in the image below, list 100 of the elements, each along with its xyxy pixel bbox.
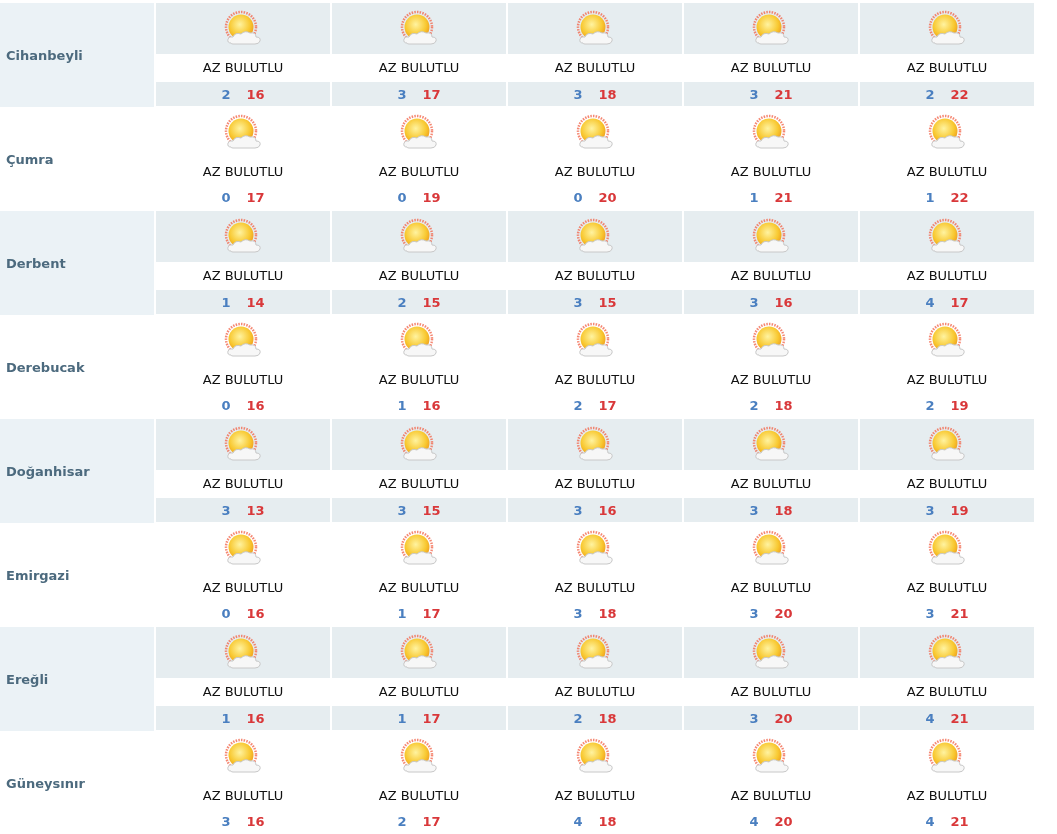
- sun-cloud-icon: [751, 113, 791, 152]
- high-temperature: 17: [598, 398, 617, 413]
- low-temperature: 2: [749, 398, 759, 413]
- condition-text: AZ BULUTLU: [729, 787, 813, 805]
- high-temperature: 21: [774, 86, 793, 102]
- condition-text: AZ BULUTLU: [377, 475, 461, 493]
- low-temperature: 2: [925, 398, 935, 413]
- sun-cloud-icon: [223, 633, 263, 672]
- sun-cloud-icon: [223, 321, 263, 360]
- sun-cloud-icon: [399, 425, 439, 464]
- sun-cloud-icon: [575, 529, 615, 568]
- high-temperature: 19: [422, 190, 441, 205]
- high-temperature: 19: [950, 398, 969, 413]
- condition-text: AZ BULUTLU: [553, 475, 637, 493]
- condition-text: AZ BULUTLU: [553, 267, 637, 285]
- sun-cloud-icon: [223, 737, 263, 776]
- low-temperature: 1: [397, 710, 407, 726]
- condition-text: AZ BULUTLU: [377, 59, 461, 77]
- sun-cloud-icon: [927, 425, 967, 464]
- sun-cloud-icon: [399, 633, 439, 672]
- condition-text: AZ BULUTLU: [905, 267, 989, 285]
- city-name: Cihanbeyli: [0, 3, 154, 107]
- condition-text: AZ BULUTLU: [377, 579, 461, 597]
- high-temperature: 20: [774, 710, 793, 726]
- high-temperature: 18: [598, 814, 617, 829]
- low-temperature: 3: [749, 294, 759, 310]
- high-temperature: 16: [598, 502, 617, 518]
- city-name: Doğanhisar: [0, 419, 154, 523]
- sun-cloud-icon: [751, 217, 791, 256]
- sun-cloud-icon: [751, 9, 791, 48]
- low-temperature: 4: [573, 814, 583, 829]
- city-name: Derebucak: [5, 358, 86, 377]
- city-name: Ereğli: [0, 627, 154, 731]
- low-temperature: 3: [397, 86, 407, 102]
- low-temperature: 1: [925, 190, 935, 205]
- low-temperature: 1: [749, 190, 759, 205]
- high-temperature: 17: [422, 86, 441, 102]
- condition-text: AZ BULUTLU: [377, 787, 461, 805]
- low-temperature: 3: [221, 502, 231, 518]
- sun-cloud-icon: [399, 529, 439, 568]
- low-temperature: 1: [397, 606, 407, 621]
- low-temperature: 4: [925, 710, 935, 726]
- condition-text: AZ BULUTLU: [377, 163, 461, 181]
- sun-cloud-icon: [223, 9, 263, 48]
- low-temperature: 2: [397, 814, 407, 829]
- low-temperature: 4: [925, 814, 935, 829]
- sun-cloud-icon: [927, 321, 967, 360]
- condition-text: AZ BULUTLU: [729, 371, 813, 389]
- high-temperature: 20: [598, 190, 617, 205]
- sun-cloud-icon: [575, 217, 615, 256]
- high-temperature: 16: [422, 398, 441, 413]
- high-temperature: 13: [246, 502, 265, 518]
- high-temperature: 18: [598, 710, 617, 726]
- condition-text: AZ BULUTLU: [201, 163, 285, 181]
- high-temperature: 17: [422, 710, 441, 726]
- condition-text: AZ BULUTLU: [201, 59, 285, 77]
- high-temperature: 17: [422, 814, 441, 829]
- condition-text: AZ BULUTLU: [553, 683, 637, 701]
- high-temperature: 21: [950, 710, 969, 726]
- sun-cloud-icon: [223, 113, 263, 152]
- high-temperature: 15: [422, 502, 441, 518]
- city-name: Güneysınır: [5, 774, 86, 793]
- condition-text: AZ BULUTLU: [201, 579, 285, 597]
- high-temperature: 14: [246, 294, 265, 310]
- high-temperature: 16: [246, 606, 265, 621]
- high-temperature: 19: [950, 502, 969, 518]
- high-temperature: 22: [950, 190, 969, 205]
- condition-text: AZ BULUTLU: [377, 267, 461, 285]
- sun-cloud-icon: [575, 633, 615, 672]
- high-temperature: 17: [246, 190, 265, 205]
- low-temperature: 3: [573, 606, 583, 621]
- sun-cloud-icon: [399, 737, 439, 776]
- low-temperature: 2: [221, 86, 231, 102]
- low-temperature: 3: [397, 502, 407, 518]
- low-temperature: 4: [749, 814, 759, 829]
- condition-text: AZ BULUTLU: [905, 787, 989, 805]
- city-name: Çumra: [5, 150, 55, 169]
- sun-cloud-icon: [223, 529, 263, 568]
- high-temperature: 16: [246, 398, 265, 413]
- condition-text: AZ BULUTLU: [553, 787, 637, 805]
- sun-cloud-icon: [575, 737, 615, 776]
- low-temperature: 0: [573, 190, 583, 205]
- low-temperature: 3: [749, 606, 759, 621]
- sun-cloud-icon: [399, 321, 439, 360]
- high-temperature: 17: [422, 606, 441, 621]
- low-temperature: 3: [221, 814, 231, 829]
- sun-cloud-icon: [751, 425, 791, 464]
- high-temperature: 22: [950, 86, 969, 102]
- sun-cloud-icon: [751, 633, 791, 672]
- high-temperature: 20: [774, 606, 793, 621]
- high-temperature: 16: [246, 710, 265, 726]
- high-temperature: 20: [774, 814, 793, 829]
- sun-cloud-icon: [927, 217, 967, 256]
- condition-text: AZ BULUTLU: [553, 371, 637, 389]
- condition-text: AZ BULUTLU: [553, 579, 637, 597]
- city-name: Derbent: [0, 211, 154, 315]
- high-temperature: 18: [598, 606, 617, 621]
- sun-cloud-icon: [575, 113, 615, 152]
- high-temperature: 17: [950, 294, 969, 310]
- sun-cloud-icon: [223, 217, 263, 256]
